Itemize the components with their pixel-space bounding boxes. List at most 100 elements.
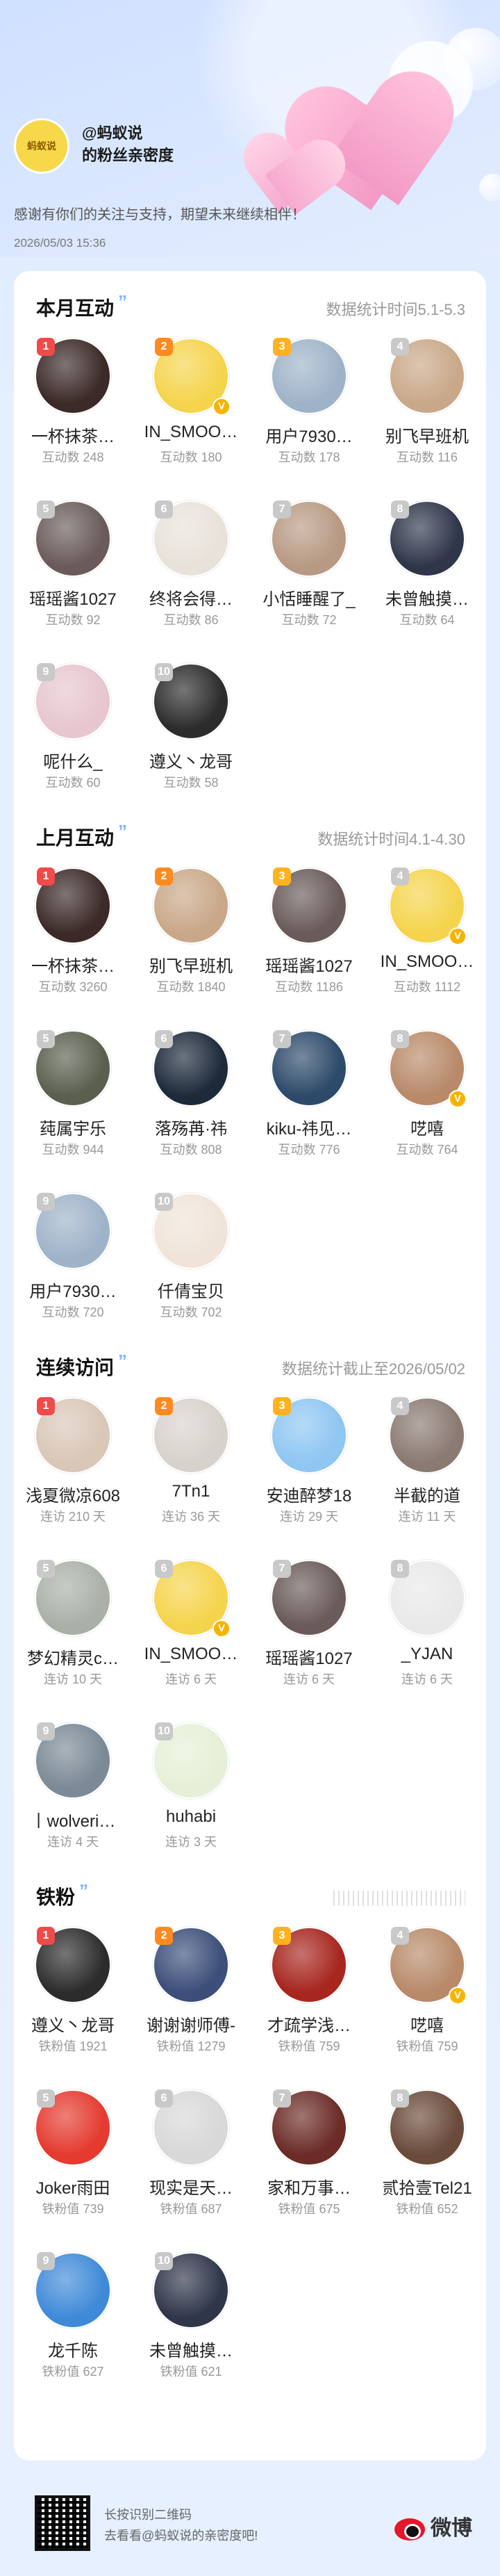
fan-item[interactable]: 3 才疏学浅… 铁粉值 759 xyxy=(250,1923,368,2084)
stat-value: 86 xyxy=(204,613,219,627)
rank-badge: 8 xyxy=(391,1560,409,1578)
fan-item[interactable]: 4 V 呓嘻 铁粉值 759 xyxy=(368,1923,486,2084)
fan-item[interactable]: 4 半截的道 连访 11 天 xyxy=(368,1393,486,1554)
fan-item[interactable]: 8 贰拾壹Tel21 铁粉值 652 xyxy=(368,2085,486,2247)
stat-label: 铁粉值 xyxy=(278,2039,316,2053)
fan-item[interactable]: 7 kiku-祎见… 互动数 776 xyxy=(250,1026,368,1187)
section-title: 上月互动” xyxy=(36,821,127,851)
fans-card: 本月互动” 数据统计时间5.1-5.3 1 一杯抹茶… 互动数 248 2 V IN_SMOO… xyxy=(14,271,486,2461)
fan-item[interactable]: 9 呢什么_ 互动数 60 xyxy=(14,659,132,820)
stat-label: 互动数 xyxy=(160,450,198,464)
fan-item[interactable]: 1 一杯抹茶… 互动数 248 xyxy=(14,334,132,495)
fan-item[interactable]: 4 V IN_SMOO… 互动数 1112 xyxy=(368,863,486,1025)
fan-item[interactable]: 2 V IN_SMOO… 互动数 180 xyxy=(132,334,250,495)
stat-value: 776 xyxy=(319,1143,340,1157)
rank-badge: 8 xyxy=(391,1030,409,1048)
fan-stat: 连访 4 天 xyxy=(14,1832,132,1850)
rank-badge: 4 xyxy=(391,1927,409,1945)
stat-label: 铁粉值 xyxy=(396,2202,434,2216)
fan-name: 莼属宇乐 xyxy=(40,1120,106,1139)
stat-value: 58 xyxy=(204,776,219,790)
fan-name: huhabi xyxy=(165,1807,217,1826)
fan-item[interactable]: 7 家和万事… 铁粉值 675 xyxy=(250,2085,368,2247)
stat-label: 互动数 xyxy=(393,980,431,994)
fan-item[interactable]: 5 瑶瑶酱1027 互动数 92 xyxy=(14,496,132,658)
fan-name: 家和万事… xyxy=(267,2179,351,2198)
fan-item[interactable]: 6 现实是天… 铁粉值 687 xyxy=(132,2085,250,2247)
stat-value: 808 xyxy=(201,1143,222,1157)
fan-item[interactable]: 8 _YJAN 连访 6 天 xyxy=(368,1556,486,1717)
fan-stat: 连访 6 天 xyxy=(368,1670,486,1688)
fan-item[interactable]: 4 别飞早班机 互动数 116 xyxy=(368,334,486,495)
fan-item[interactable]: 7 小恬睡醒了_ 互动数 72 xyxy=(250,496,368,658)
stat-value: 116 xyxy=(438,450,458,464)
fan-name: 用户7930… xyxy=(265,427,353,446)
fan-item[interactable]: 9 用户7930… 互动数 720 xyxy=(14,1189,132,1350)
fan-stat: 铁粉值 675 xyxy=(250,2199,368,2217)
fan-item[interactable]: 5 梦幻精灵c… 连访 10 天 xyxy=(14,1556,132,1717)
fan-item[interactable]: 2 谢谢谢师傅- 铁粉值 1279 xyxy=(132,1923,250,2084)
stat-label: 连访 xyxy=(398,1510,424,1524)
timestamp: 2026/05/03 15:36 xyxy=(14,236,106,250)
fan-item[interactable]: 6 V IN_SMOO… 连访 6 天 xyxy=(132,1556,250,1717)
rank-badge: 7 xyxy=(273,1030,291,1048)
fan-item[interactable]: 6 终将会得… 互动数 86 xyxy=(132,496,250,658)
fan-item[interactable]: 1 遵义丶龙哥 铁粉值 1921 xyxy=(14,1923,132,2084)
rank-badge: 4 xyxy=(391,867,409,886)
stat-value: 10 xyxy=(72,1672,87,1686)
stat-label: 连访 xyxy=(40,1510,65,1524)
fan-name: 梦幻精灵c… xyxy=(27,1649,119,1668)
fan-stat: 互动数 64 xyxy=(368,610,486,628)
fan-stat: 互动数 1186 xyxy=(250,977,368,995)
avatar[interactable]: 蚂蚁说 xyxy=(14,118,69,174)
stat-label: 铁粉值 xyxy=(160,2202,198,2216)
stat-label: 互动数 xyxy=(275,980,313,994)
qr-code[interactable] xyxy=(35,2495,90,2551)
fan-item[interactable]: 9 龙千陈 铁粉值 627 xyxy=(14,2248,132,2409)
fan-item[interactable]: 10 遵义丶龙哥 互动数 58 xyxy=(132,659,250,820)
fan-item[interactable]: 8 V 呓嘻 互动数 764 xyxy=(368,1026,486,1187)
stat-value: 6 xyxy=(193,1672,201,1686)
fan-item[interactable]: 10 仟倩宝贝 互动数 702 xyxy=(132,1189,250,1350)
fan-stat: 连访 6 天 xyxy=(132,1670,250,1688)
stat-value: 11 xyxy=(426,1510,440,1524)
fan-item[interactable]: 10 未曾触摸… 铁粉值 621 xyxy=(132,2248,250,2409)
fan-name: _YJAN xyxy=(401,1645,453,1663)
fan-item[interactable]: 9 丨wolveri… 连访 4 天 xyxy=(14,1718,132,1880)
rank-badge: 9 xyxy=(37,2252,55,2270)
stat-label: 连访 xyxy=(165,1835,190,1849)
fan-item[interactable]: 5 Joker雨田 铁粉值 739 xyxy=(14,2085,132,2247)
rank-badge: 5 xyxy=(37,2089,55,2108)
fan-item[interactable]: 6 落殇苒·祎 互动数 808 xyxy=(132,1026,250,1187)
rank-badge: 3 xyxy=(273,867,291,886)
fan-item[interactable]: 3 用户7930… 互动数 178 xyxy=(250,334,368,495)
fan-stat: 连访 29 天 xyxy=(250,1507,368,1525)
stat-label: 互动数 xyxy=(396,1143,434,1157)
fan-item[interactable]: 8 未曾触摸… 互动数 64 xyxy=(368,496,486,658)
fan-name: 遵义丶龙哥 xyxy=(31,2016,115,2035)
fan-item[interactable]: 7 瑶瑶酱1027 连访 6 天 xyxy=(250,1556,368,1717)
stat-value: 759 xyxy=(319,2039,340,2053)
fan-item[interactable]: 3 安迪醉梦18 连访 29 天 xyxy=(250,1393,368,1554)
rank-badge: 3 xyxy=(273,1927,291,1945)
rank-badge: 9 xyxy=(37,1193,55,1211)
fan-stat: 铁粉值 759 xyxy=(250,2037,368,2055)
fan-name: IN_SMOO… xyxy=(144,423,238,441)
fan-stat: 铁粉值 1921 xyxy=(14,2037,132,2055)
fan-item[interactable]: 10 huhabi 连访 3 天 xyxy=(132,1718,250,1880)
stat-value: 178 xyxy=(319,450,340,464)
fan-stat: 互动数 58 xyxy=(132,773,250,791)
fan-item[interactable]: 2 7Tn1 连访 36 天 xyxy=(132,1393,250,1554)
fan-name: 小恬睡醒了_ xyxy=(262,590,356,609)
rank-badge: 3 xyxy=(273,338,291,356)
fan-item[interactable]: 1 浅夏微凉608 连访 210 天 xyxy=(14,1393,132,1554)
fan-stat: 互动数 764 xyxy=(368,1140,486,1158)
fan-name: 遵义丶龙哥 xyxy=(149,753,233,772)
fan-item[interactable]: 1 一杯抹茶… 互动数 3260 xyxy=(14,863,132,1025)
fan-item[interactable]: 5 莼属宇乐 互动数 944 xyxy=(14,1026,132,1187)
fan-item[interactable]: 3 瑶瑶酱1027 互动数 1186 xyxy=(250,863,368,1025)
section-title-text: 铁粉 xyxy=(36,1886,76,1908)
fan-item[interactable]: 2 别飞早班机 互动数 1840 xyxy=(132,863,250,1025)
stat-label: 互动数 xyxy=(397,450,435,464)
fan-stat: 铁粉值 739 xyxy=(14,2199,132,2217)
